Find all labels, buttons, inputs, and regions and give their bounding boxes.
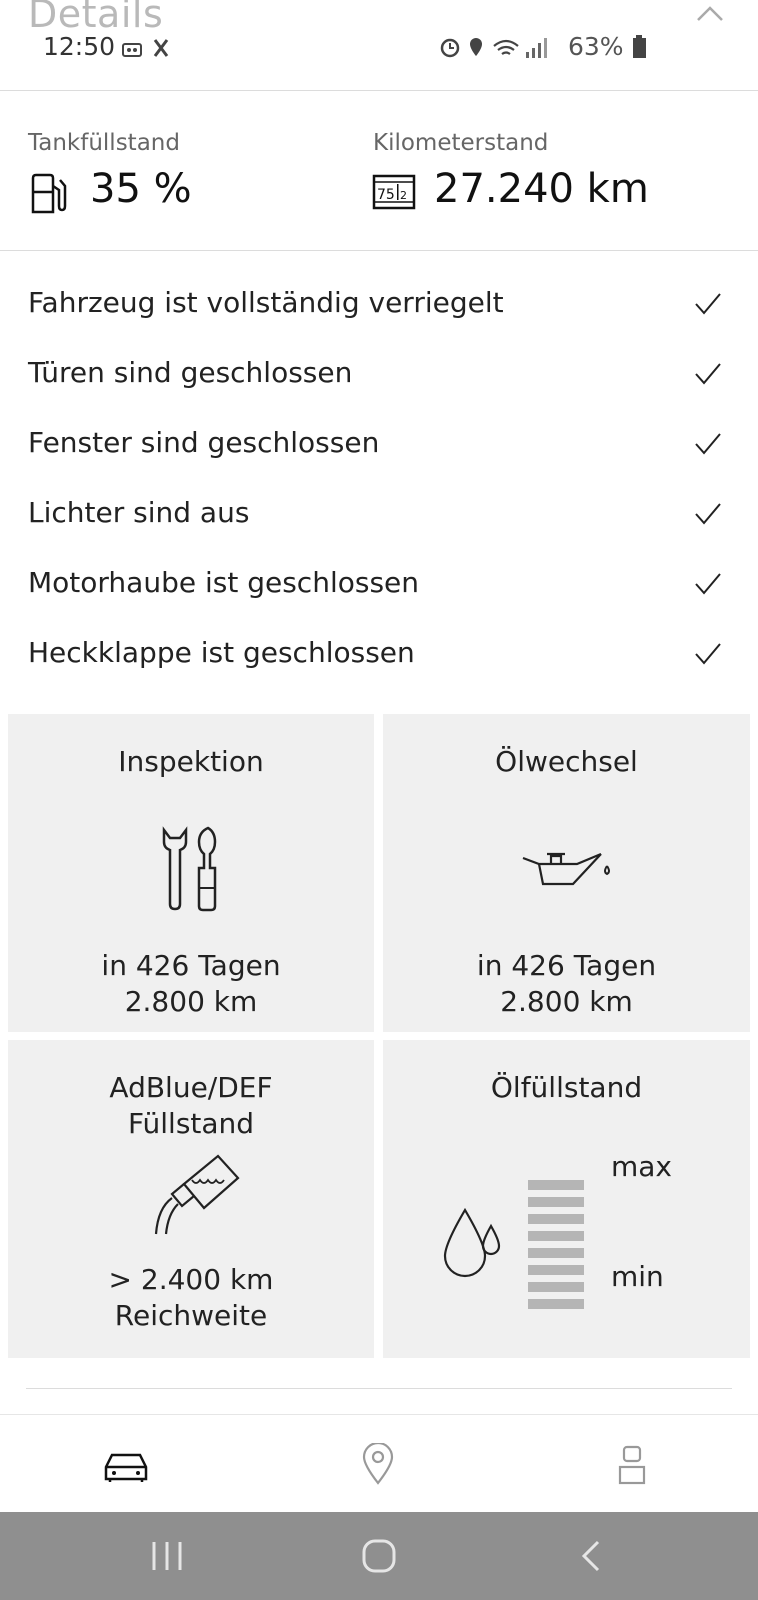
nav-profile-icon[interactable] [618, 1445, 646, 1485]
mileage-value: 27.240 km [434, 166, 649, 212]
home-icon[interactable] [361, 1538, 397, 1574]
oil-level-bar [528, 1197, 584, 1207]
fuel-label: Tankfüllstand [28, 130, 180, 156]
divider [0, 250, 758, 251]
check-icon [695, 643, 721, 665]
nav-car-icon[interactable] [102, 1449, 150, 1483]
check-icon [695, 503, 721, 525]
status-row-locked: Fahrzeug ist vollständig verriegelt [28, 286, 504, 319]
recent-apps-icon[interactable] [150, 1540, 184, 1572]
fuel-value: 35 % [90, 166, 192, 212]
adblue-range-label: Reichweite [114, 1299, 268, 1332]
status-bar-right: 63% [440, 32, 648, 61]
battery-percentage: 63% [568, 32, 624, 61]
status-row-hood: Motorhaube ist geschlossen [28, 566, 420, 599]
oil-change-days: in 426 Tagen [476, 949, 657, 982]
oil-drops-icon [443, 1207, 501, 1278]
mileage-label: Kilometerstand [373, 130, 549, 156]
inspection-km: 2.800 km [124, 985, 258, 1018]
adblue-bottle-icon [154, 1154, 240, 1235]
check-icon [695, 573, 721, 595]
oil-level-bar [528, 1299, 584, 1309]
oil-change-tile[interactable]: Ölwechsel in 426 Tagen 2.800 km [383, 714, 750, 1032]
check-icon [695, 293, 721, 315]
oil-level-bar [528, 1282, 584, 1292]
system-navigation-bar [0, 1512, 758, 1600]
oil-level-bar [528, 1248, 584, 1258]
nav-location-pin-icon[interactable] [362, 1443, 394, 1485]
status-system-icons [440, 37, 547, 58]
check-icon [695, 433, 721, 455]
oil-change-km: 2.800 km [500, 985, 633, 1018]
status-row-windows: Fenster sind geschlossen [28, 426, 380, 459]
status-row-tailgate: Heckklappe ist geschlossen [28, 636, 415, 669]
collapse-chevron-up-icon[interactable] [692, 2, 728, 26]
inspection-tile[interactable]: Inspektion in 426 Tagen 2.800 km [8, 714, 374, 1032]
check-icon [695, 363, 721, 385]
oil-level-max-label: max [611, 1150, 673, 1183]
wrench-screwdriver-icon [162, 826, 217, 912]
status-notification-icons [122, 39, 169, 57]
oil-level-tile[interactable]: Ölfüllstand max min [383, 1040, 750, 1358]
divider [26, 1388, 732, 1389]
oil-level-bar [528, 1265, 584, 1275]
adblue-range: > 2.400 km [108, 1263, 274, 1296]
status-bar-time: 12:50 [43, 32, 116, 61]
oil-level-title: Ölfüllstand [490, 1071, 643, 1104]
battery-icon [632, 34, 646, 58]
inspection-title: Inspektion [118, 745, 264, 778]
back-icon[interactable] [580, 1540, 602, 1572]
fuel-pump-icon [31, 173, 67, 214]
oil-level-gauge [528, 1180, 584, 1314]
adblue-title-line2: Füllstand [127, 1107, 255, 1140]
svg-text:75: 75 [377, 187, 395, 203]
adblue-tile[interactable]: AdBlue/DEF Füllstand > 2.400 km Reichwei… [8, 1040, 374, 1358]
divider [0, 90, 758, 91]
oil-level-bar [528, 1231, 584, 1241]
oil-level-bar [528, 1180, 584, 1190]
svg-text:2: 2 [400, 189, 407, 202]
adblue-title-line1: AdBlue/DEF [109, 1071, 273, 1104]
inspection-days: in 426 Tagen [101, 949, 281, 982]
oil-change-title: Ölwechsel [495, 745, 638, 778]
oil-can-icon [522, 852, 610, 886]
page-title: Details [28, 0, 164, 36]
bottom-navigation [0, 1414, 758, 1513]
oil-level-min-label: min [611, 1260, 664, 1293]
status-row-lights: Lichter sind aus [28, 496, 250, 529]
odometer-icon: 75 2 [372, 174, 416, 210]
status-row-doors: Türen sind geschlossen [28, 356, 353, 389]
oil-level-bar [528, 1214, 584, 1224]
